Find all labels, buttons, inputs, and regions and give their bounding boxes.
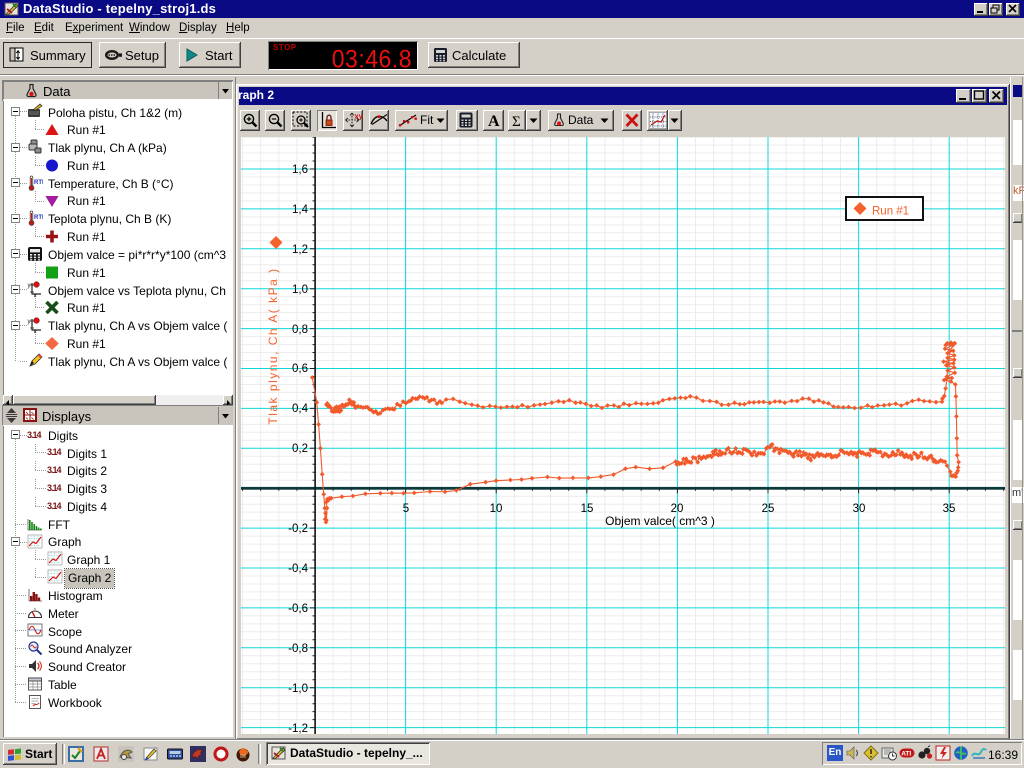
- svg-text:RTD: RTD: [34, 215, 43, 221]
- svg-text:-0,8: -0,8: [288, 643, 308, 655]
- svg-text:y: y: [28, 283, 31, 289]
- svg-text:0,4: 0,4: [292, 403, 309, 415]
- svg-text:ATI: ATI: [901, 751, 911, 758]
- svg-text:15: 15: [581, 503, 594, 515]
- svg-text:3.14: 3.14: [47, 483, 62, 493]
- svg-text:25: 25: [762, 503, 775, 515]
- svg-text:3.14: 3.14: [27, 430, 42, 440]
- svg-text:10: 10: [490, 503, 503, 515]
- svg-text:5: 5: [403, 503, 409, 515]
- svg-text:y: y: [28, 319, 31, 325]
- svg-text:Run #1: Run #1: [872, 206, 909, 218]
- svg-text:3.14: 3.14: [47, 447, 62, 457]
- svg-text:-1,2: -1,2: [288, 723, 308, 734]
- svg-text:0,8: 0,8: [292, 324, 308, 336]
- svg-text:3.14: 3.14: [47, 501, 62, 511]
- svg-text:xy: xy: [355, 112, 364, 121]
- svg-text:Objem valce( cm^3 ): Objem valce( cm^3 ): [605, 514, 715, 528]
- svg-text:Σ: Σ: [512, 114, 521, 130]
- svg-text:-0,2: -0,2: [288, 523, 308, 535]
- svg-text:-1,0: -1,0: [288, 683, 308, 695]
- svg-text:-0,4: -0,4: [288, 563, 308, 575]
- svg-text:-0,6: -0,6: [288, 603, 308, 615]
- svg-text:3.14: 3.14: [47, 465, 62, 475]
- svg-text:30: 30: [853, 503, 866, 515]
- svg-text:1,6: 1,6: [292, 164, 308, 176]
- svg-text:35: 35: [943, 503, 956, 515]
- svg-text:RTD: RTD: [34, 180, 43, 186]
- svg-text:1,0: 1,0: [292, 284, 308, 296]
- svg-text:1,4: 1,4: [292, 204, 309, 216]
- svg-text:A: A: [488, 113, 500, 130]
- svg-text:0,2: 0,2: [292, 443, 308, 455]
- svg-text:0,6: 0,6: [292, 363, 308, 375]
- svg-text:Tlak plynu, Ch A( kPa ): Tlak plynu, Ch A( kPa ): [266, 267, 280, 424]
- svg-text:1,2: 1,2: [292, 244, 308, 256]
